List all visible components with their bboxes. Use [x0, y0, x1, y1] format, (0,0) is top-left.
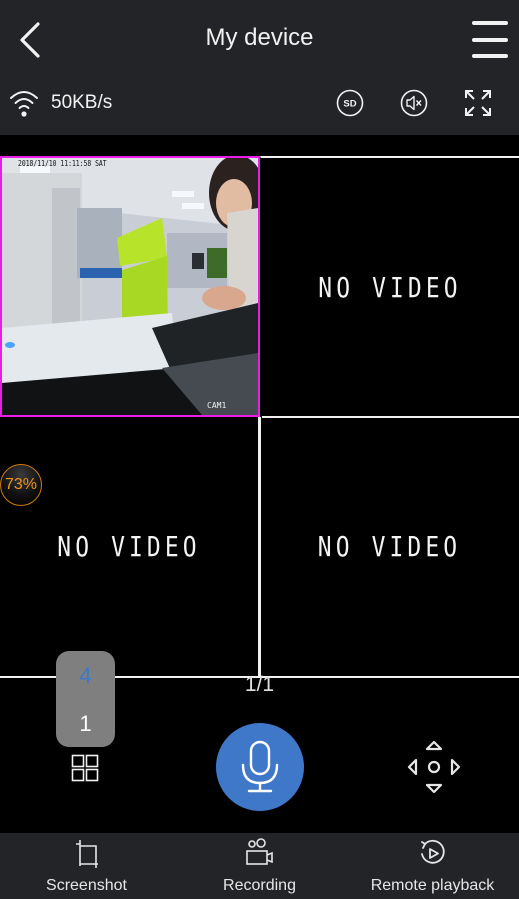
- video-channel-1[interactable]: 2018/11/10 11:11:58 SAT CAM1: [0, 156, 260, 417]
- hamburger-menu-icon: [472, 21, 508, 58]
- video-camera-icon: [245, 838, 273, 865]
- speaker-muted-icon: [400, 89, 428, 117]
- sd-quality-button[interactable]: SD: [335, 88, 365, 118]
- back-button[interactable]: [14, 18, 54, 62]
- layout-button[interactable]: [71, 754, 99, 782]
- top-bar: My device 50KB/s SD: [0, 0, 519, 135]
- talk-button[interactable]: [216, 723, 304, 811]
- layout-option-4[interactable]: 4: [56, 663, 115, 689]
- video-channel-4[interactable]: NO VIDEO: [260, 417, 519, 678]
- video-channel-3[interactable]: NO VIDEO: [0, 417, 260, 678]
- grid-divider: [262, 416, 519, 418]
- replay-icon: [420, 839, 445, 864]
- crop-icon: [75, 840, 98, 868]
- chevron-left-icon: [20, 22, 40, 58]
- mute-button[interactable]: [399, 88, 429, 118]
- camera-feed-image: [2, 158, 258, 415]
- camera-timestamp: 2018/11/10 11:11:58 SAT: [18, 159, 107, 168]
- grid-divider: [259, 417, 261, 678]
- svg-text:SD: SD: [343, 99, 356, 110]
- sd-icon: SD: [336, 89, 364, 117]
- fullscreen-button[interactable]: [463, 88, 493, 118]
- page-title: My device: [205, 24, 314, 51]
- network-speed: 50KB/s: [51, 92, 113, 113]
- screenshot-label: Screenshot: [46, 877, 127, 894]
- battery-percentage-badge[interactable]: 73%: [0, 464, 42, 506]
- wifi-icon: [10, 91, 38, 117]
- video-channel-2[interactable]: NO VIDEO: [260, 156, 519, 417]
- recording-label: Recording: [223, 877, 296, 894]
- screenshot-button[interactable]: Screenshot: [0, 833, 173, 899]
- bottom-toolbar: Screenshot Recording Remote playback: [0, 833, 519, 899]
- recording-button[interactable]: Recording: [173, 833, 346, 899]
- ptz-direction-pad-icon: [407, 740, 461, 794]
- microphone-icon: [241, 740, 279, 793]
- menu-button[interactable]: [468, 18, 512, 62]
- no-video-text: NO VIDEO: [57, 530, 201, 563]
- remote-playback-label: Remote playback: [370, 877, 495, 894]
- camera-label: CAM1: [207, 401, 227, 410]
- layout-option-1[interactable]: 1: [56, 711, 115, 737]
- grid-four-icon: [71, 754, 99, 782]
- layout-picker: 4 1: [56, 651, 115, 747]
- no-video-text: NO VIDEO: [317, 530, 462, 563]
- ptz-control-button[interactable]: [407, 740, 461, 794]
- status-row: 50KB/s SD: [0, 84, 519, 122]
- remote-playback-button[interactable]: Remote playback: [346, 833, 519, 899]
- fullscreen-expand-icon: [465, 90, 491, 116]
- no-video-text: NO VIDEO: [318, 271, 462, 304]
- video-grid: 2018/11/10 11:11:58 SAT CAM1 NO VIDEO NO…: [0, 135, 519, 680]
